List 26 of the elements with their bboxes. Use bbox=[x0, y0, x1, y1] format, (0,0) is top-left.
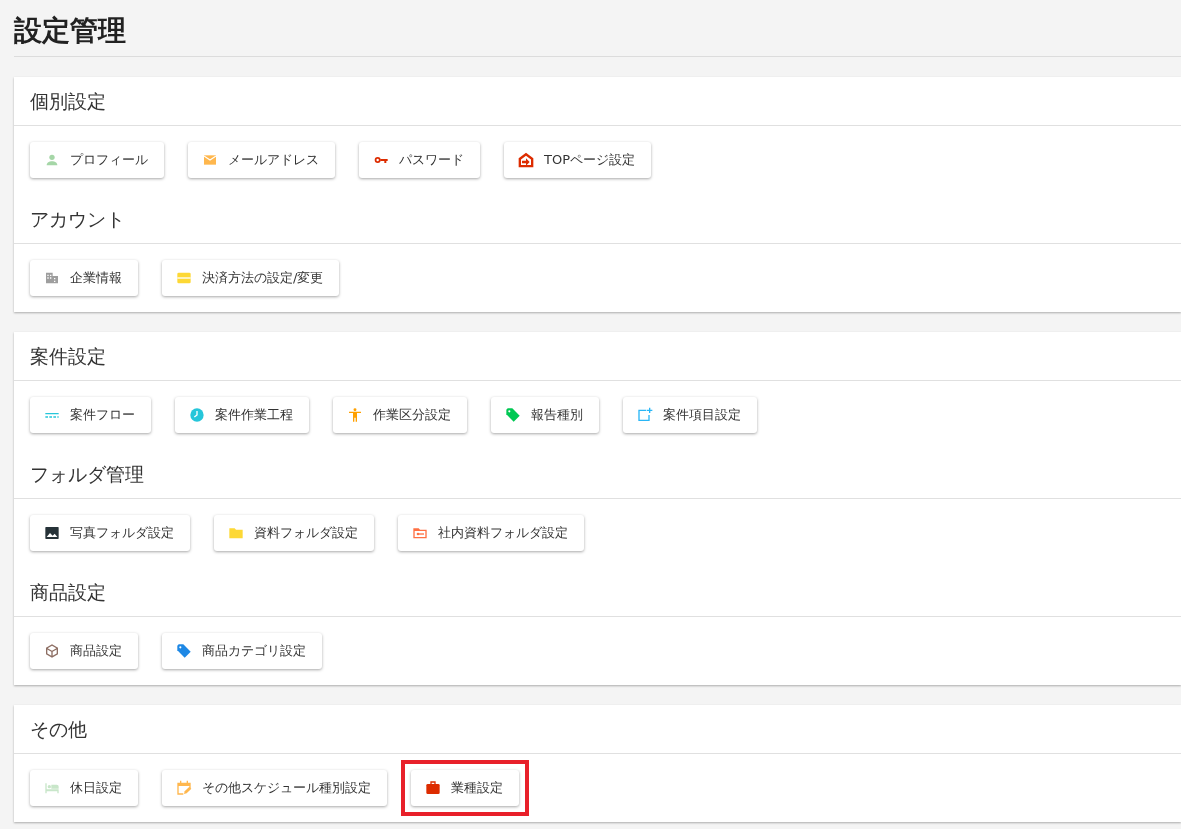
settings-button[interactable]: 案件作業工程 bbox=[175, 397, 309, 433]
settings-button[interactable]: 企業情報 bbox=[30, 260, 138, 296]
settings-button[interactable]: 資料フォルダ設定 bbox=[214, 515, 374, 551]
settings-button[interactable]: 作業区分設定 bbox=[333, 397, 467, 433]
section-heading: 商品設定 bbox=[14, 568, 1181, 617]
settings-button[interactable]: 業種設定 bbox=[411, 770, 519, 806]
section-heading: フォルダ管理 bbox=[14, 450, 1181, 499]
page-title: 設定管理 bbox=[14, 0, 1181, 57]
settings-button[interactable]: TOPページ設定 bbox=[504, 142, 651, 178]
section-heading: その他 bbox=[14, 705, 1181, 754]
settings-button[interactable]: メールアドレス bbox=[188, 142, 335, 178]
settings-button[interactable]: 商品カテゴリ設定 bbox=[162, 633, 322, 669]
settings-button[interactable]: 決済方法の設定/変更 bbox=[162, 260, 340, 296]
settings-button[interactable]: 報告種別 bbox=[491, 397, 599, 433]
settings-button[interactable]: 商品設定 bbox=[30, 633, 138, 669]
settings-button[interactable]: その他スケジュール種別設定 bbox=[162, 770, 387, 806]
settings-button[interactable]: パスワード bbox=[359, 142, 480, 178]
section-heading: 個別設定 bbox=[14, 77, 1181, 126]
section-heading: アカウント bbox=[14, 195, 1181, 244]
settings-button[interactable]: 休日設定 bbox=[30, 770, 138, 806]
settings-button[interactable]: プロフィール bbox=[30, 142, 164, 178]
settings-button[interactable]: 写真フォルダ設定 bbox=[30, 515, 190, 551]
section-heading: 案件設定 bbox=[14, 332, 1181, 381]
settings-button[interactable]: 社内資料フォルダ設定 bbox=[398, 515, 584, 551]
settings-button[interactable]: 案件フロー bbox=[30, 397, 151, 433]
settings-button[interactable]: 案件項目設定 bbox=[623, 397, 757, 433]
